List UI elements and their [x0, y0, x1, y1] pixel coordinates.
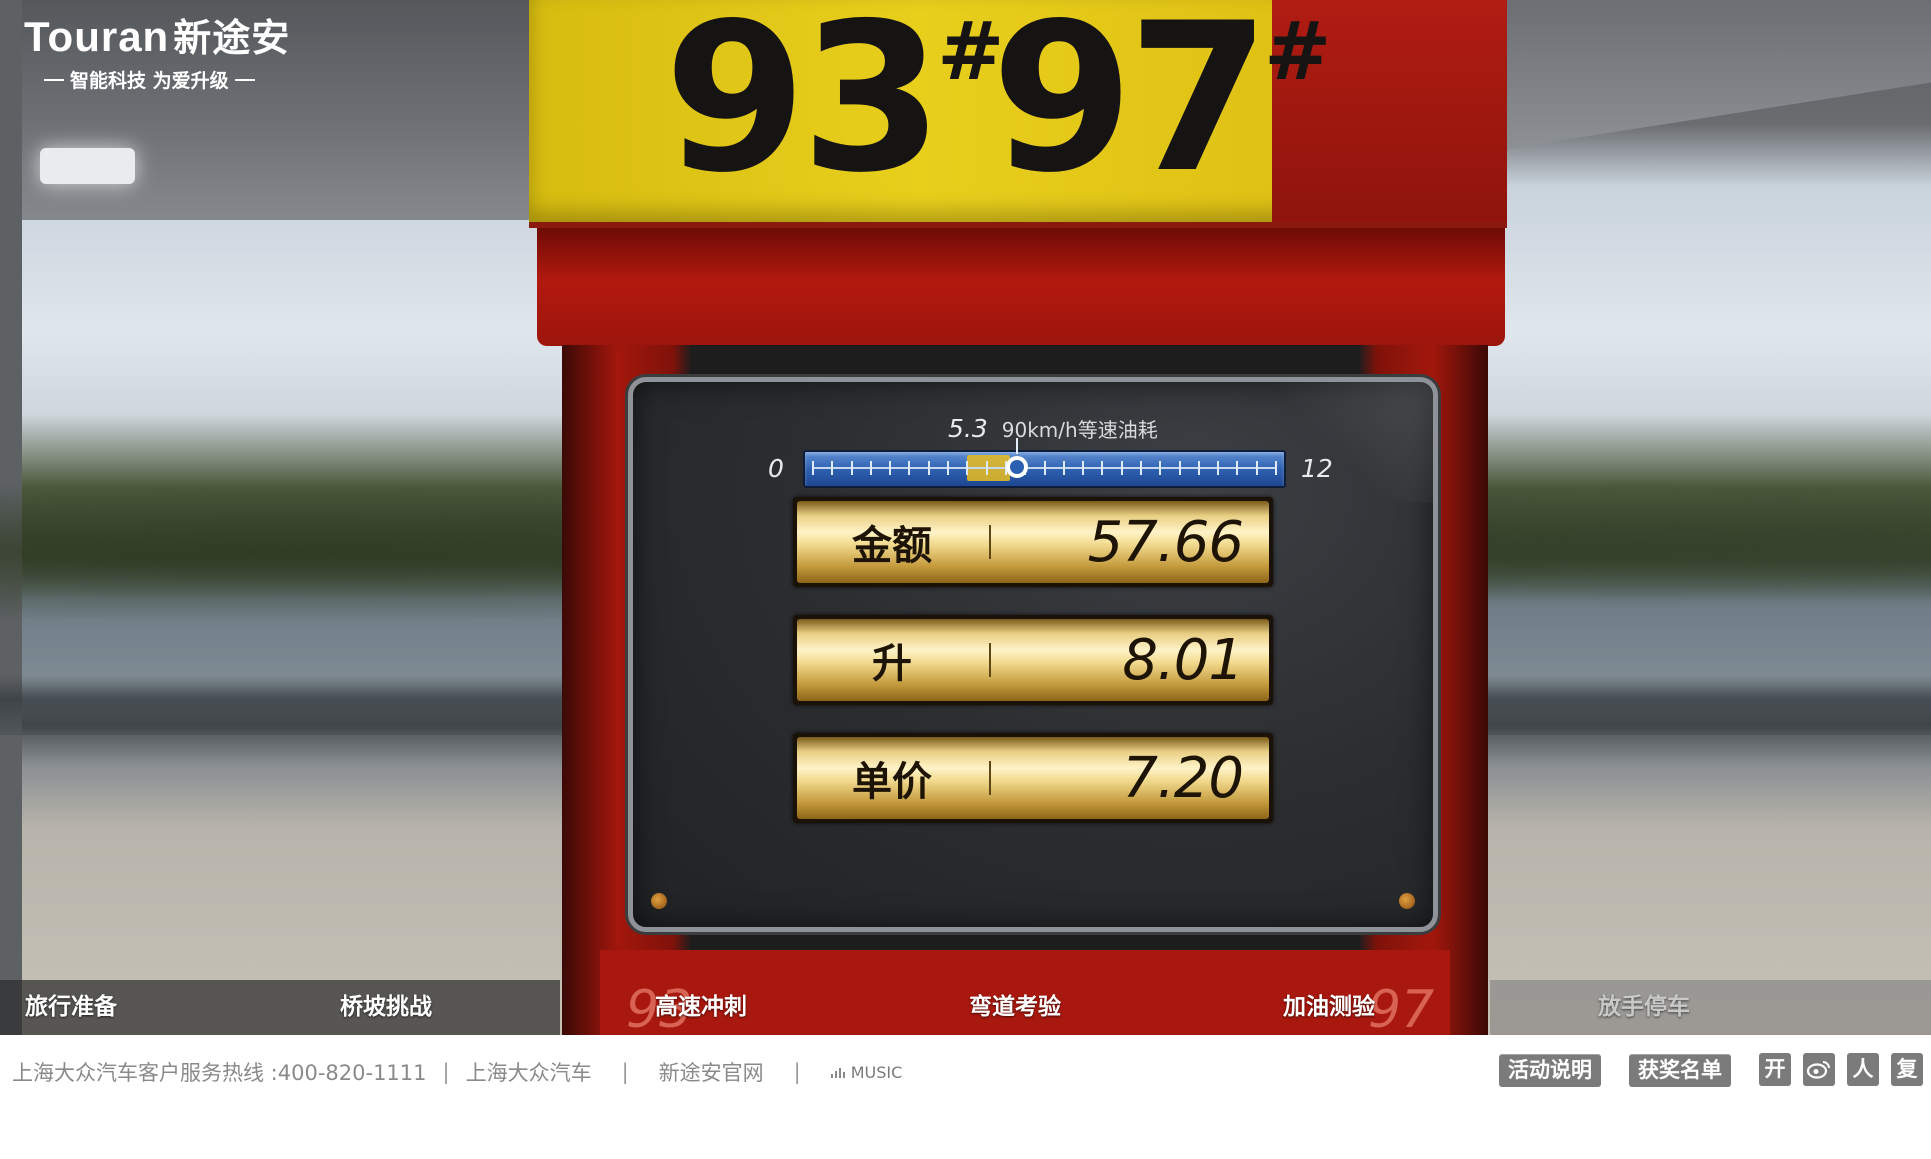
nav-item-highway-sprint[interactable]: 高速冲刺	[655, 980, 747, 1035]
readout-liters-value: 8.01	[1122, 627, 1244, 693]
fuel-grade-sign: 93# 97#	[529, 0, 1507, 228]
readout-unit-price-label: 单价	[852, 759, 932, 805]
nav-bar-right-bg	[1490, 980, 1931, 1035]
link-svw[interactable]: 上海大众汽车	[466, 1057, 592, 1087]
page-footer: 上海大众汽车客户服务热线 :400-820-1111 | 上海大众汽车 | 新途…	[0, 1035, 1931, 1159]
gauge-tick	[1062, 461, 1065, 475]
readout-divider	[989, 761, 991, 795]
gauge-pointer	[1016, 438, 1019, 454]
fuel-grade-93: 93#	[664, 0, 1004, 207]
footer-separator: |	[793, 1060, 801, 1084]
gauge-tick	[1197, 461, 1200, 475]
gauge-tick	[1120, 461, 1123, 475]
gauge-tick	[1255, 461, 1258, 475]
readout-unit-price: 单价 7.20	[793, 733, 1273, 823]
tagline-dash-left	[44, 78, 64, 81]
screw-left	[651, 893, 667, 909]
kaixin-icon[interactable]: 开	[1759, 1053, 1791, 1086]
readout-amount-label: 金额	[852, 523, 932, 569]
renren-icon[interactable]: 人	[1847, 1053, 1879, 1086]
canopy-lamp	[40, 148, 135, 184]
weibo-glyph	[1806, 1061, 1830, 1079]
nav-item-refuel-test[interactable]: 加油测验	[1283, 980, 1375, 1035]
gauge-ticks	[812, 461, 1277, 475]
gauge-max-label: 12	[1301, 454, 1333, 483]
fuxin-icon[interactable]: 复	[1891, 1053, 1923, 1086]
logo-brand: Touran	[24, 13, 170, 60]
chapter-nav-bar: 旅行准备 桥坡挑战 高速冲刺 弯道考验 加油测验 放手停车	[0, 980, 1931, 1035]
fuel-grade-97-mark: #	[1264, 5, 1332, 98]
gauge-tick	[812, 461, 814, 475]
fuel-grade-97: 97#	[991, 0, 1331, 207]
tagline-dash-right	[234, 78, 255, 81]
gauge-tick	[1275, 461, 1277, 475]
gauge-tick	[1082, 461, 1085, 475]
gauge-tick	[908, 461, 911, 475]
music-label: MUSIC	[850, 1062, 903, 1082]
nav-item-bridge-slope[interactable]: 桥坡挑战	[340, 980, 432, 1035]
screw-right	[1399, 893, 1415, 909]
readout-divider	[989, 525, 991, 559]
gauge-tick	[1101, 461, 1104, 475]
customer-hotline: 上海大众汽车客户服务热线 :400-820-1111	[12, 1061, 427, 1085]
winners-list-button[interactable]: 获奖名单	[1629, 1054, 1731, 1087]
logo-title: Touran 新途安	[24, 13, 291, 60]
gauge-tick	[1043, 461, 1046, 475]
gauge-tick	[1139, 461, 1142, 475]
gauge-caption-text: 90km/h等速油耗	[1001, 418, 1158, 442]
gauge-value: 5.3	[948, 414, 988, 443]
readout-amount-panel: 金额 57.66	[797, 501, 1269, 583]
weibo-icon[interactable]	[1803, 1053, 1835, 1086]
readout-amount: 金额 57.66	[793, 497, 1273, 587]
gauge-min-label: 0	[768, 454, 784, 483]
fuel-consumption-gauge	[803, 438, 1286, 488]
gauge-tick	[985, 461, 988, 475]
gauge-tick	[850, 461, 853, 475]
readout-amount-value: 57.66	[1087, 509, 1244, 575]
screen-glare	[1273, 382, 1433, 502]
gauge-tick	[1159, 461, 1162, 475]
logo-tagline: 智能科技 为爱升级	[44, 66, 290, 93]
gas-station-canopy-right	[1500, 0, 1931, 150]
footer-separator: |	[621, 1060, 629, 1084]
gauge-tick	[927, 461, 930, 475]
gauge-tick	[889, 461, 892, 475]
music-bars-icon	[830, 1066, 845, 1078]
readout-unit-price-panel: 单价 7.20	[797, 737, 1269, 819]
logo-brand-cn: 新途安	[173, 18, 291, 60]
readout-liters: 升 8.01	[793, 615, 1273, 705]
gauge-tick	[1178, 461, 1181, 475]
activity-rules-button[interactable]: 活动说明	[1499, 1054, 1601, 1087]
gauge-caption: 5.3 90km/h等速油耗	[948, 414, 1158, 443]
touran-logo: Touran 新途安 智能科技 为爱升级	[24, 16, 290, 93]
gauge-tick	[1217, 461, 1220, 475]
pump-display-screen: 5.3 90km/h等速油耗 0 12 金额 57.66 升 8.01 单价 7.…	[628, 377, 1438, 932]
fuel-grade-93-number: 93	[664, 0, 943, 218]
footer-separator: |	[442, 1060, 450, 1084]
readout-liters-panel: 升 8.01	[797, 619, 1269, 701]
gauge-tick	[966, 461, 969, 475]
nav-item-travel-prep[interactable]: 旅行准备	[25, 980, 117, 1035]
readout-unit-price-value: 7.20	[1122, 745, 1244, 811]
nav-item-curve-test[interactable]: 弯道考验	[969, 980, 1061, 1035]
tagline-text: 智能科技 为爱升级	[70, 70, 229, 92]
nav-item-hands-free-parking[interactable]: 放手停车	[1598, 980, 1690, 1035]
gauge-tick	[947, 461, 950, 475]
readout-divider	[989, 643, 991, 677]
fuel-grade-97-number: 97	[991, 0, 1270, 218]
gauge-tick	[1236, 461, 1239, 475]
gauge-tick	[869, 461, 872, 475]
footer-links: 上海大众汽车客户服务热线 :400-820-1111 | 上海大众汽车 | 新途…	[12, 1057, 902, 1087]
link-touran-official[interactable]: 新途安官网	[659, 1057, 764, 1087]
readout-liters-label: 升	[872, 641, 912, 687]
pump-red-band	[537, 228, 1505, 346]
music-toggle[interactable]: MUSIC	[830, 1062, 903, 1082]
gauge-tick	[831, 461, 834, 475]
